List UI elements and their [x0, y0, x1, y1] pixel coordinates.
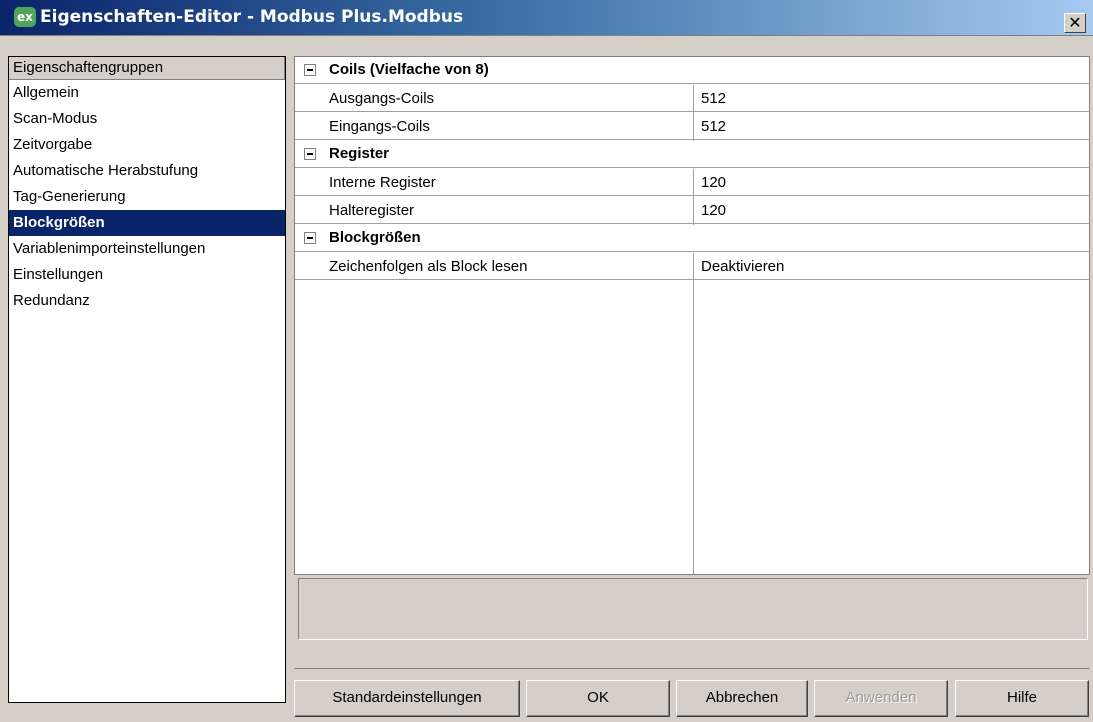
- title-bar[interactable]: ex Eigenschaften-Editor - Modbus Plus.Mo…: [0, 0, 1093, 36]
- category-row-coils: Coils (Vielfache von 8): [295, 57, 1089, 84]
- divider: [294, 668, 1090, 669]
- property-row[interactable]: Halteregister 120: [295, 197, 1089, 224]
- collapse-icon[interactable]: [304, 232, 316, 244]
- defaults-button[interactable]: Standardeinstellungen: [294, 680, 520, 717]
- property-name: Ausgangs-Coils: [329, 90, 435, 107]
- property-row[interactable]: Eingangs-Coils 512: [295, 113, 1089, 140]
- property-row[interactable]: Zeichenfolgen als Block lesen Deaktivier…: [295, 253, 1089, 280]
- group-item-redundanz[interactable]: Redundanz: [9, 288, 285, 314]
- group-item-zeitvorgabe[interactable]: Zeitvorgabe: [9, 132, 285, 158]
- column-divider[interactable]: [693, 253, 694, 574]
- property-value[interactable]: 120: [701, 202, 726, 219]
- property-name: Interne Register: [329, 174, 436, 191]
- category-label: Coils (Vielfache von 8): [329, 61, 489, 78]
- property-grid: Coils (Vielfache von 8) Ausgangs-Coils 5…: [294, 56, 1090, 575]
- category-label: Register: [329, 145, 390, 162]
- window-title: Eigenschaften-Editor - Modbus Plus.Modbu…: [40, 7, 464, 27]
- property-row[interactable]: Ausgangs-Coils 512: [295, 85, 1089, 112]
- property-value[interactable]: 512: [701, 90, 726, 107]
- property-name: Zeichenfolgen als Block lesen: [329, 258, 528, 275]
- group-item-einstellungen[interactable]: Einstellungen: [9, 262, 285, 288]
- category-row-blockgroessen: Blockgrößen: [295, 225, 1089, 252]
- category-row-register: Register: [295, 141, 1089, 168]
- property-value[interactable]: Deaktivieren: [701, 258, 784, 275]
- column-divider[interactable]: [693, 169, 694, 225]
- group-item-scan-modus[interactable]: Scan-Modus: [9, 106, 285, 132]
- group-item-blockgroessen[interactable]: Blockgrößen: [9, 210, 285, 236]
- app-icon: ex: [14, 7, 36, 27]
- collapse-icon[interactable]: [304, 148, 316, 160]
- group-item-allgemein[interactable]: Allgemein: [9, 80, 285, 106]
- column-divider[interactable]: [693, 85, 694, 141]
- group-item-variablenimporteinstellungen[interactable]: Variablenimporteinstellungen: [9, 236, 285, 262]
- description-panel: [298, 578, 1088, 640]
- help-button[interactable]: Hilfe: [955, 680, 1089, 717]
- ok-button[interactable]: OK: [526, 680, 670, 717]
- property-groups-list: Eigenschaftengruppen Allgemein Scan-Modu…: [8, 56, 286, 703]
- apply-button[interactable]: Anwenden: [814, 680, 948, 717]
- group-item-tag-generierung[interactable]: Tag-Generierung: [9, 184, 285, 210]
- collapse-icon[interactable]: [304, 64, 316, 76]
- close-button[interactable]: ✕: [1064, 13, 1086, 33]
- category-label: Blockgrößen: [329, 229, 421, 246]
- group-item-automatische-herabstufung[interactable]: Automatische Herabstufung: [9, 158, 285, 184]
- property-row[interactable]: Interne Register 120: [295, 169, 1089, 196]
- groups-header: Eigenschaftengruppen: [9, 57, 285, 80]
- cancel-button[interactable]: Abbrechen: [676, 680, 808, 717]
- property-value[interactable]: 120: [701, 174, 726, 191]
- property-name: Halteregister: [329, 202, 415, 219]
- property-name: Eingangs-Coils: [329, 118, 430, 135]
- property-value[interactable]: 512: [701, 118, 726, 135]
